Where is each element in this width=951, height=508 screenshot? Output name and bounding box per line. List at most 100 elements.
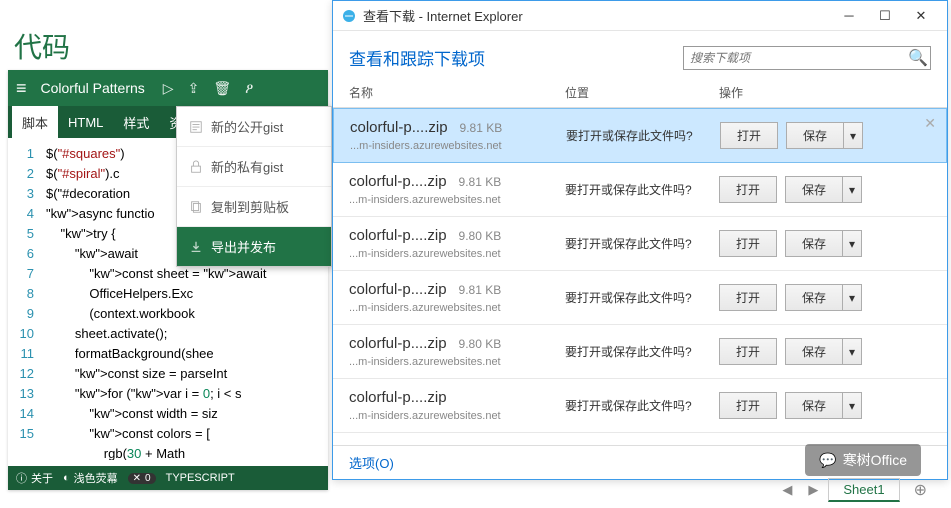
download-row[interactable]: colorful-p....zip9.81 KB...m-insiders.az… xyxy=(333,163,947,217)
file-actions: 打开保存▾ xyxy=(719,392,862,419)
close-icon[interactable]: ✕ xyxy=(924,115,936,132)
file-prompt: 要打开或保存此文件吗? xyxy=(565,235,719,252)
file-actions: 打开保存▾ xyxy=(719,338,862,365)
save-caret[interactable]: ▾ xyxy=(842,284,862,311)
save-split: 保存▾ xyxy=(785,230,862,257)
dialog-titlebar: 查看下载 - Internet Explorer ─ ☐ ✕ xyxy=(333,1,947,31)
download-row[interactable]: colorful-p....zip 9.80 KB ...m-insiders.az… xyxy=(333,325,947,379)
menu-copy-clipboard[interactable]: 复制到剪贴板 xyxy=(177,187,331,227)
menu-icon[interactable]: ≡ xyxy=(16,78,27,99)
save-caret[interactable]: ▾ xyxy=(842,338,862,365)
status-about[interactable]: ⓘ 关于 xyxy=(16,470,53,486)
save-caret[interactable]: ▾ xyxy=(842,392,862,419)
trash-icon[interactable]: 🗑 xyxy=(213,80,231,97)
minimize-button[interactable]: ─ xyxy=(831,1,867,31)
save-button[interactable]: 保存 xyxy=(785,230,842,257)
status-theme[interactable]: ◐ 浅色荧幕 xyxy=(63,470,118,486)
sheet-next[interactable]: ▶ xyxy=(802,480,824,500)
file-size: 9.81 KB xyxy=(459,175,502,189)
open-button[interactable]: 打开 xyxy=(719,176,777,203)
file-source: ...m-insiders.azurewebsites.net xyxy=(349,356,565,368)
editor-statusbar: ⓘ 关于 ◐ 浅色荧幕 ✕ 0 TYPESCRIPT xyxy=(8,466,328,490)
file-name: colorful-p....zip xyxy=(350,119,448,136)
file-size: 9.81 KB xyxy=(460,121,503,135)
maximize-button[interactable]: ☐ xyxy=(867,1,903,31)
search-icon[interactable]: 🔍 xyxy=(906,48,930,68)
status-errors[interactable]: ✕ 0 xyxy=(128,473,156,484)
file-source: ...m-insiders.azurewebsites.net xyxy=(349,302,565,314)
file-info: colorful-p....zip 9.80 KB ...m-insiders.az… xyxy=(349,227,565,260)
save-split: 保存▾ xyxy=(785,176,862,203)
download-row[interactable]: colorful-p....zip 9.81 KB ...m-insiders.az… xyxy=(333,108,947,163)
play-icon[interactable]: ▷ xyxy=(163,80,174,97)
file-size: 9.80 KB xyxy=(459,229,502,243)
options-link[interactable]: 选项(O) xyxy=(349,453,394,472)
lock-icon xyxy=(189,160,203,174)
download-row[interactable]: colorful-p....zip9.81 KB...m-insiders.az… xyxy=(333,271,947,325)
file-size: 9.80 KB xyxy=(459,337,502,351)
wechat-icon: 💬 xyxy=(819,452,836,469)
download-row[interactable]: colorful-p....zip ...m-insiders.azurewebs… xyxy=(333,379,947,433)
save-caret[interactable]: ▾ xyxy=(843,122,863,149)
clipboard-icon xyxy=(189,200,203,214)
file-name: colorful-p....zip xyxy=(349,335,447,352)
save-split: 保存▾ xyxy=(785,284,862,311)
dialog-subtitle: 查看和跟踪下载项 xyxy=(349,45,667,70)
tab-script[interactable]: 脚本 xyxy=(12,106,58,138)
open-button[interactable]: 打开 xyxy=(719,338,777,365)
file-name: colorful-p....zip xyxy=(349,281,447,298)
save-button[interactable]: 保存 xyxy=(786,122,843,149)
close-button[interactable]: ✕ xyxy=(903,1,939,31)
file-source: ...m-insiders.azurewebsites.net xyxy=(349,410,565,422)
sheet-tab[interactable]: Sheet1 xyxy=(828,478,899,502)
menu-private-gist[interactable]: 新的私有gist xyxy=(177,147,331,187)
search-input[interactable] xyxy=(684,51,906,65)
save-button[interactable]: 保存 xyxy=(785,392,842,419)
file-source: ...m-insiders.azurewebsites.net xyxy=(349,248,565,260)
file-prompt: 要打开或保存此文件吗? xyxy=(565,289,719,306)
file-name: colorful-p....zip xyxy=(349,227,447,244)
share-icon[interactable]: ⇪ xyxy=(188,80,200,97)
share-dropdown: 新的公开gist 新的私有gist 复制到剪贴板 导出并发布 xyxy=(176,106,332,267)
open-button[interactable]: 打开 xyxy=(720,122,778,149)
col-name: 名称 xyxy=(349,84,565,101)
menu-export-publish[interactable]: 导出并发布 xyxy=(177,227,331,266)
download-row[interactable]: colorful-p....zip 9.80 KB ...m-insiders.az… xyxy=(333,217,947,271)
menu-public-gist[interactable]: 新的公开gist xyxy=(177,107,331,147)
open-button[interactable]: 打开 xyxy=(719,284,777,311)
save-caret[interactable]: ▾ xyxy=(842,176,862,203)
dialog-title: 查看下载 - Internet Explorer xyxy=(363,6,523,25)
line-gutter: 123456789101112131415 xyxy=(8,138,40,444)
file-info: colorful-p....zip9.81 KB...m-insiders.az… xyxy=(349,281,565,314)
download-list: colorful-p....zip 9.81 KB ...m-insiders.az… xyxy=(333,108,947,450)
file-info: colorful-p....zip9.81 KB...m-insiders.az… xyxy=(349,173,565,206)
search-box: 🔍 xyxy=(683,46,931,70)
status-lang: TYPESCRIPT xyxy=(166,472,235,484)
add-sheet[interactable]: ⊕ xyxy=(904,478,937,502)
download-icon xyxy=(189,240,203,254)
file-actions: 打开保存▾ xyxy=(720,122,863,149)
gist-icon xyxy=(189,120,203,134)
save-button[interactable]: 保存 xyxy=(785,176,842,203)
tab-html[interactable]: HTML xyxy=(58,115,113,130)
col-action: 操作 xyxy=(719,84,931,101)
file-source: ...m-insiders.azurewebsites.net xyxy=(350,140,566,152)
tab-style[interactable]: 样式 xyxy=(113,113,159,132)
download-dialog: 查看下载 - Internet Explorer ─ ☐ ✕ 查看和跟踪下载项 … xyxy=(332,0,948,480)
column-headers: 名称 位置 操作 xyxy=(333,80,947,108)
file-actions: 打开保存▾ xyxy=(719,230,862,257)
file-name: colorful-p....zip xyxy=(349,389,447,406)
save-button[interactable]: 保存 xyxy=(785,338,842,365)
save-button[interactable]: 保存 xyxy=(785,284,842,311)
open-button[interactable]: 打开 xyxy=(719,392,777,419)
open-button[interactable]: 打开 xyxy=(719,230,777,257)
save-caret[interactable]: ▾ xyxy=(842,230,862,257)
sheet-tabs: ◀ ▶ Sheet1 ⊕ xyxy=(776,478,937,502)
file-prompt: 要打开或保存此文件吗? xyxy=(565,181,719,198)
user-icon[interactable]: ዖ xyxy=(245,80,253,97)
sheet-prev[interactable]: ◀ xyxy=(776,480,798,500)
col-location: 位置 xyxy=(565,84,719,101)
watermark: 💬 寒树Office xyxy=(805,444,921,476)
file-source: ...m-insiders.azurewebsites.net xyxy=(349,194,565,206)
project-title: Colorful Patterns xyxy=(41,80,145,96)
